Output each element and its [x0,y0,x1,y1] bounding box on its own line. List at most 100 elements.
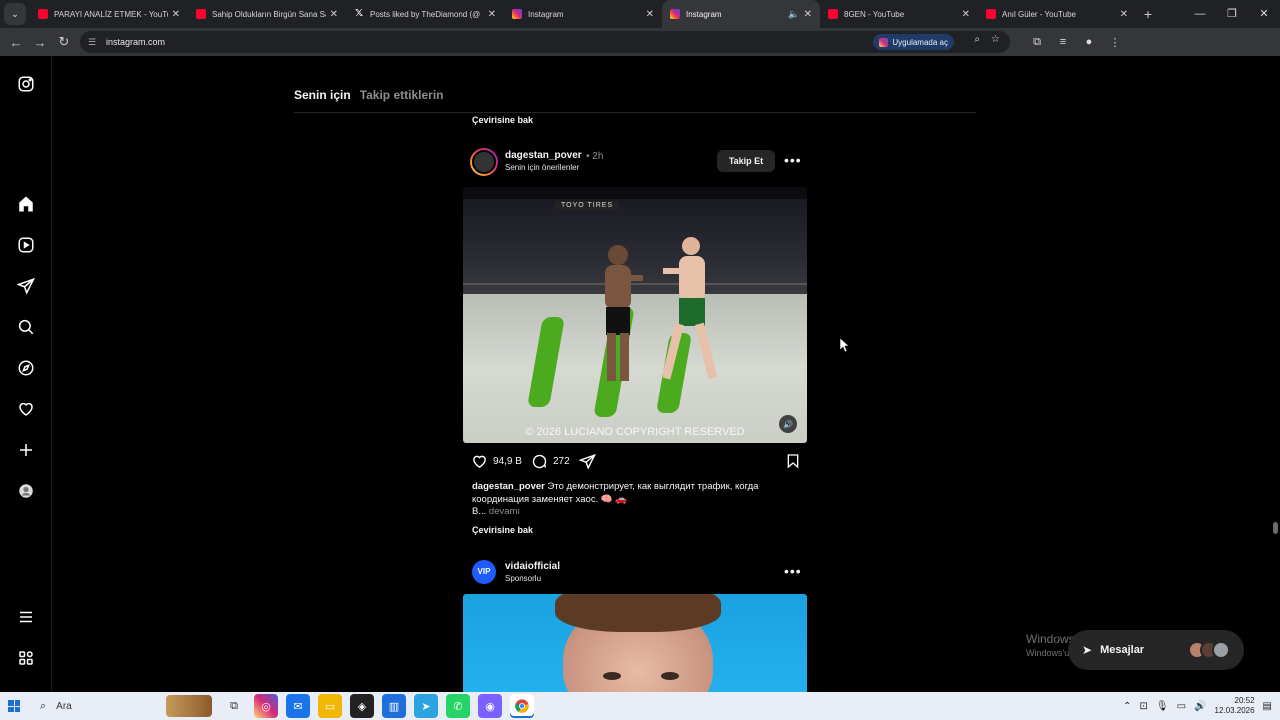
microphone-icon[interactable]: 🎙 [1156,701,1169,712]
tab-close-icon[interactable]: ✕ [1120,9,1128,20]
tab-for-you[interactable]: Senin için [294,88,351,102]
windows-logo-icon [8,700,20,712]
post-video[interactable]: TOYO TIRES © 2026 LUCIANO COPYRIGHT RESE… [463,187,807,443]
close-window-button[interactable]: ✕ [1248,0,1280,28]
app-icon[interactable]: ◉ [478,694,502,718]
media-control-icon[interactable]: ≡ [1050,36,1076,49]
sponsored-post-media[interactable] [463,594,807,694]
post-options-icon[interactable]: ••• [784,152,802,168]
follow-button[interactable]: Takip Et [717,150,775,172]
home-icon[interactable] [16,194,36,214]
avatar[interactable] [470,148,498,176]
browser-tab[interactable]: Sahip Oldukların Birgün Sana Sahip ✕ [188,0,346,28]
tab-search-button[interactable]: ⌄ [4,3,26,25]
notifications-icon[interactable]: ▤ [1263,701,1272,712]
messages-button[interactable]: ➤ Mesajlar [1068,630,1244,670]
tab-title: 8GEN - YouTube [844,9,905,19]
share-action[interactable] [579,453,596,470]
network-icon[interactable]: ▭ [1177,701,1186,712]
comment-count: 272 [553,456,570,467]
tab-following[interactable]: Takip ettiklerin [360,88,444,102]
trello-icon[interactable]: ▥ [382,694,406,718]
tab-close-icon[interactable]: ✕ [646,9,654,20]
chrome-icon[interactable] [510,694,534,718]
post-username[interactable]: dagestan_pover [505,150,582,161]
tray-chevron-icon[interactable]: ⌃ [1123,701,1131,712]
minimize-button[interactable]: — [1184,0,1216,28]
menu-icon[interactable]: ⋮ [1102,36,1128,49]
address-bar[interactable]: ☰ instagram.com Uygulamada aç ⌕ ☆ [80,31,1010,53]
fighter-left [605,245,643,381]
save-bookmark-icon[interactable] [785,453,801,472]
site-info-icon[interactable]: ☰ [88,37,100,48]
post-header: VIP vidaiofficial Sponsorlu ••• [470,559,810,591]
browser-tab[interactable]: Instagram ✕ [504,0,662,28]
tab-close-icon[interactable]: ✕ [172,9,180,20]
comment-icon[interactable] [531,453,548,470]
page-scrollbar[interactable] [1272,60,1278,690]
messages-label: Mesajlar [1100,644,1145,656]
tab-close-icon[interactable]: ✕ [330,9,338,20]
send-icon: ➤ [1082,643,1093,657]
post-options-icon[interactable]: ••• [784,563,802,579]
instagram-logo-icon[interactable] [16,74,36,94]
volume-icon[interactable]: 🔊 [1194,701,1206,712]
caption-more-link[interactable]: devamı [489,506,520,517]
mouse-cursor-icon [840,338,850,352]
tab-audio-icon[interactable]: 🔈 [788,9,799,20]
reels-icon[interactable] [16,235,36,255]
back-button[interactable]: ← [4,35,28,50]
new-tab-button[interactable]: + [1136,6,1160,22]
comment-action[interactable]: 272 [531,453,570,470]
open-in-app-button[interactable]: Uygulamada aç [873,34,954,50]
also-from-meta-icon[interactable] [16,648,36,668]
task-view-icon[interactable]: ⧉ [222,694,246,718]
tab-close-icon[interactable]: ✕ [962,9,970,20]
mail-app-icon[interactable]: ✉ [286,694,310,718]
extensions-icon[interactable]: ⧉ [1024,36,1050,49]
app-icon[interactable]: ◈ [350,694,374,718]
bookmark-star-icon[interactable]: ☆ [991,34,1000,45]
browser-tab[interactable]: Instagram 🔈 ✕ [662,0,820,28]
youtube-icon [828,9,838,19]
post-username[interactable]: vidaiofficial [505,561,560,572]
tab-title: Sahip Oldukların Birgün Sana Sahip [212,9,326,19]
start-button[interactable] [0,692,28,720]
restore-button[interactable]: ❐ [1216,0,1248,28]
tray-app-icon[interactable]: ⊡ [1140,701,1148,712]
caption-username[interactable]: dagestan_pover [472,481,545,492]
notifications-heart-icon[interactable] [16,399,36,419]
direct-messages-icon[interactable] [16,276,36,296]
browser-tab[interactable]: PARAYI ANALİZ ETMEK - YouTube ✕ [30,0,188,28]
see-translation-link[interactable]: Çevirisine bak [472,115,533,125]
share-icon[interactable] [579,453,596,470]
taskbar-clock[interactable]: 20:52 12.03.2026 [1215,696,1255,716]
zoom-icon[interactable]: ⌕ [974,34,980,45]
like-action[interactable]: 94,9 B [471,453,522,470]
browser-tab[interactable]: 8GEN - YouTube ✕ [820,0,978,28]
avatar[interactable]: VIP [472,560,496,584]
audio-toggle-icon[interactable]: 🔊 [779,415,797,433]
profile-icon[interactable]: ● [1076,36,1102,49]
profile-avatar-icon[interactable] [16,481,36,501]
search-highlight-image[interactable] [166,695,212,717]
search-icon: ⌕ [40,699,47,712]
forward-button[interactable]: → [28,35,52,50]
browser-tab[interactable]: Anıl Güler - YouTube ✕ [978,0,1136,28]
more-menu-icon[interactable] [16,607,36,627]
tab-close-icon[interactable]: ✕ [804,9,812,20]
create-plus-icon[interactable] [16,440,36,460]
browser-tab[interactable]: 𝕏 Posts liked by TheDiamond (@ ✕ [346,0,504,28]
tab-close-icon[interactable]: ✕ [488,9,496,20]
url-text: instagram.com [106,37,166,47]
see-translation-link[interactable]: Çevirisine bak [472,525,533,535]
explore-compass-icon[interactable] [16,358,36,378]
telegram-icon[interactable]: ➤ [414,694,438,718]
file-explorer-icon[interactable]: ▭ [318,694,342,718]
reload-button[interactable]: ↻ [52,34,76,50]
instagram-app-icon[interactable]: ◎ [254,694,278,718]
like-heart-icon[interactable] [471,453,488,470]
whatsapp-icon[interactable]: ✆ [446,694,470,718]
search-icon[interactable] [16,317,36,337]
scrollbar-thumb[interactable] [1273,522,1278,534]
